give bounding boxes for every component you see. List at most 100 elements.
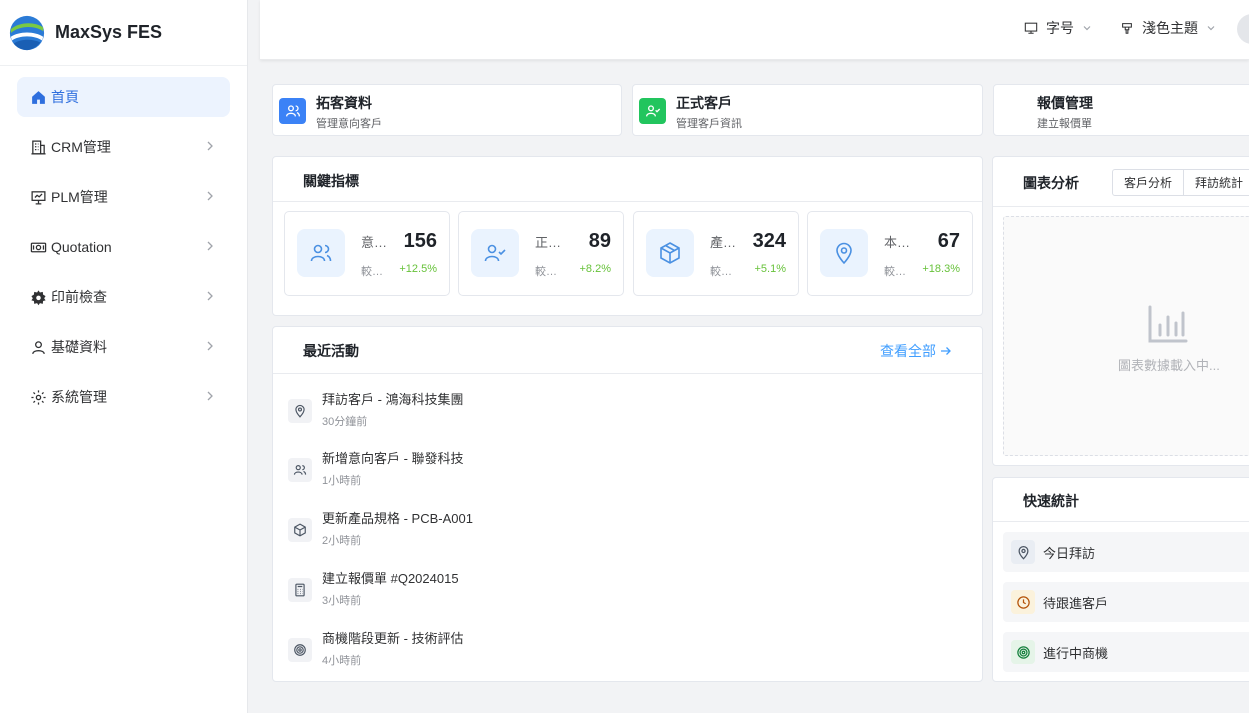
user-check-icon <box>639 98 666 124</box>
quick-stat-label: 進行中商機 <box>1043 646 1109 661</box>
kpi-card-visits[interactable]: 本月拜訪 67 較上月 +18.3% <box>807 211 973 296</box>
top-header: 字号 淺色主題 <box>260 0 1249 60</box>
kpi-label: 本月拜訪 <box>884 235 918 250</box>
kpi-delta: +5.1% <box>754 263 787 275</box>
kpi-value: 324 <box>752 230 786 252</box>
home-icon <box>29 88 47 106</box>
quick-stats-title: 快速統計 <box>1023 493 1079 509</box>
activity-item[interactable]: 商機階段更新 - 技術評估 4小時前 <box>288 628 968 678</box>
theme-dropdown[interactable]: 淺色主題 <box>1120 18 1216 38</box>
quick-card-quotes[interactable]: 報價管理 建立報價單 <box>993 84 1249 136</box>
kpi-delta: +18.3% <box>922 263 960 275</box>
quick-card-subtitle: 管理意向客戶 <box>316 118 382 130</box>
chevron-right-icon <box>207 391 213 401</box>
chevron-right-icon <box>207 241 213 251</box>
box-icon <box>646 229 694 277</box>
activity-time: 1小時前 <box>322 475 362 487</box>
quick-stat-today-visits[interactable]: 今日拜訪 <box>1003 532 1249 572</box>
kpi-sub: 較上月 <box>884 266 912 278</box>
sidebar-item-preflight[interactable]: 印前檢查 <box>17 277 230 317</box>
sidebar-item-basic-data[interactable]: 基礎資料 <box>17 327 230 367</box>
kpi-sub: 較上月 <box>361 266 389 278</box>
gear-icon <box>29 288 47 306</box>
settings-icon <box>29 388 47 406</box>
target-icon <box>1011 640 1035 664</box>
activity-time: 3小時前 <box>322 595 362 607</box>
activity-title: 建立報價單 #Q2024015 <box>322 571 459 586</box>
sidebar-item-crm[interactable]: CRM管理 <box>17 127 230 167</box>
chevron-right-icon <box>207 291 213 301</box>
quick-stats-header: 快速統計 <box>993 478 1249 522</box>
tab-visit-stats[interactable]: 拜訪統計 <box>1184 170 1249 195</box>
clock-icon <box>1011 590 1035 614</box>
quick-stat-label: 今日拜訪 <box>1043 546 1096 561</box>
kpi-card-products[interactable]: 產品規格 324 較上月 +5.1% <box>633 211 799 296</box>
quick-card-title: 正式客戶 <box>676 95 732 111</box>
users-icon <box>279 98 306 124</box>
activity-item[interactable]: 建立報價單 #Q2024015 3小時前 <box>288 568 968 618</box>
users-icon <box>288 458 312 482</box>
sidebar-item-label: Quotation <box>51 239 112 255</box>
kpi-delta: +12.5% <box>399 263 437 275</box>
kpi-sub: 較上月 <box>710 266 738 278</box>
activity-title: 拜訪客戶 - 鴻海科技集團 <box>322 392 464 407</box>
activity-item[interactable]: 拜訪客戶 - 鴻海科技集團 30分鐘前 <box>288 389 968 439</box>
quick-stat-followups[interactable]: 待跟進客戶 <box>1003 582 1249 622</box>
view-all-link[interactable]: 查看全部 <box>880 341 952 361</box>
quick-card-title: 報價管理 <box>1037 95 1093 111</box>
chevron-right-icon <box>207 191 213 201</box>
activity-title: 商機階段更新 - 技術評估 <box>322 631 464 646</box>
kpi-label: 產品規格 <box>710 235 744 250</box>
quick-stat-opportunities[interactable]: 進行中商機 <box>1003 632 1249 672</box>
kpi-label: 正式客戶 <box>535 235 569 250</box>
quick-card-subtitle: 建立報價單 <box>1037 118 1092 130</box>
quick-stat-label: 待跟進客戶 <box>1043 596 1109 611</box>
map-pin-icon <box>1011 540 1035 564</box>
chart-panel-header: 圖表分析 客戶分析 拜訪統計 <box>993 157 1249 207</box>
kpi-value: 89 <box>588 230 611 252</box>
sidebar-item-plm[interactable]: PLM管理 <box>17 177 230 217</box>
sidebar-item-quotation[interactable]: Quotation <box>17 227 230 267</box>
user-icon <box>29 338 47 356</box>
quick-card-customers[interactable]: 正式客戶 管理客戶資訊 <box>632 84 983 136</box>
activity-item[interactable]: 新增意向客戶 - 聯發科技 1小時前 <box>288 448 968 498</box>
chart-analysis-panel: 圖表分析 客戶分析 拜訪統計 圖表數據載入中... <box>992 156 1249 466</box>
bar-chart-icon <box>1148 305 1188 343</box>
users-icon <box>297 229 345 277</box>
theme-label: 淺色主題 <box>1142 20 1198 36</box>
sidebar-item-label: 首頁 <box>51 89 79 105</box>
kpi-delta: +8.2% <box>579 263 612 275</box>
sidebar-item-label: 基礎資料 <box>51 339 107 355</box>
recent-activities-panel: 最近活動 查看全部 拜訪客戶 - 鴻海科技集團 30分鐘前 新增意向客戶 - 聯… <box>272 326 983 682</box>
kpi-card-customers[interactable]: 正式客戶 89 較上月 +8.2% <box>458 211 624 296</box>
money-icon <box>29 238 47 256</box>
kpi-panel: 關鍵指標 意向客戶 156 較上月 +12.5% 正式客戶 89 較上月 +8.… <box>272 156 983 316</box>
kpi-card-prospects[interactable]: 意向客戶 156 較上月 +12.5% <box>284 211 450 296</box>
activity-item[interactable]: 更新產品規格 - PCB-A001 2小時前 <box>288 508 968 558</box>
activity-title: 更新產品規格 - PCB-A001 <box>322 511 473 526</box>
sidebar: MaxSys FES 首頁 CRM管理 PLM管理 Quotation 印前檢查… <box>0 0 248 713</box>
font-size-label: 字号 <box>1046 20 1074 36</box>
chart-placeholder: 圖表數據載入中... <box>1003 216 1249 456</box>
quick-card-title: 拓客資料 <box>316 95 372 111</box>
sidebar-nav: 首頁 CRM管理 PLM管理 Quotation 印前檢查 基礎資料 系統管理 <box>0 66 247 438</box>
brand-logo-icon <box>9 15 45 50</box>
view-all-label: 查看全部 <box>880 343 936 359</box>
chart-panel-title: 圖表分析 <box>1023 175 1079 191</box>
quick-stats-panel: 快速統計 今日拜訪 待跟進客戶 進行中商機 <box>992 477 1249 682</box>
quick-card-subtitle: 管理客戶資訊 <box>676 118 742 130</box>
tab-customer-analysis[interactable]: 客戶分析 <box>1113 170 1185 195</box>
activities-header: 最近活動 查看全部 <box>273 327 982 374</box>
building-icon <box>29 138 47 156</box>
quick-card-prospects[interactable]: 拓客資料 管理意向客戶 <box>272 84 622 136</box>
map-pin-icon <box>820 229 868 277</box>
avatar[interactable] <box>1237 14 1249 44</box>
kpi-value: 156 <box>403 230 437 252</box>
brand[interactable]: MaxSys FES <box>0 0 247 66</box>
activity-time: 2小時前 <box>322 535 362 547</box>
monitor-icon <box>1024 22 1038 34</box>
chevron-down-icon <box>1083 26 1091 31</box>
sidebar-item-system[interactable]: 系統管理 <box>17 377 230 417</box>
font-size-dropdown[interactable]: 字号 <box>1024 18 1092 38</box>
sidebar-item-home[interactable]: 首頁 <box>17 77 230 117</box>
